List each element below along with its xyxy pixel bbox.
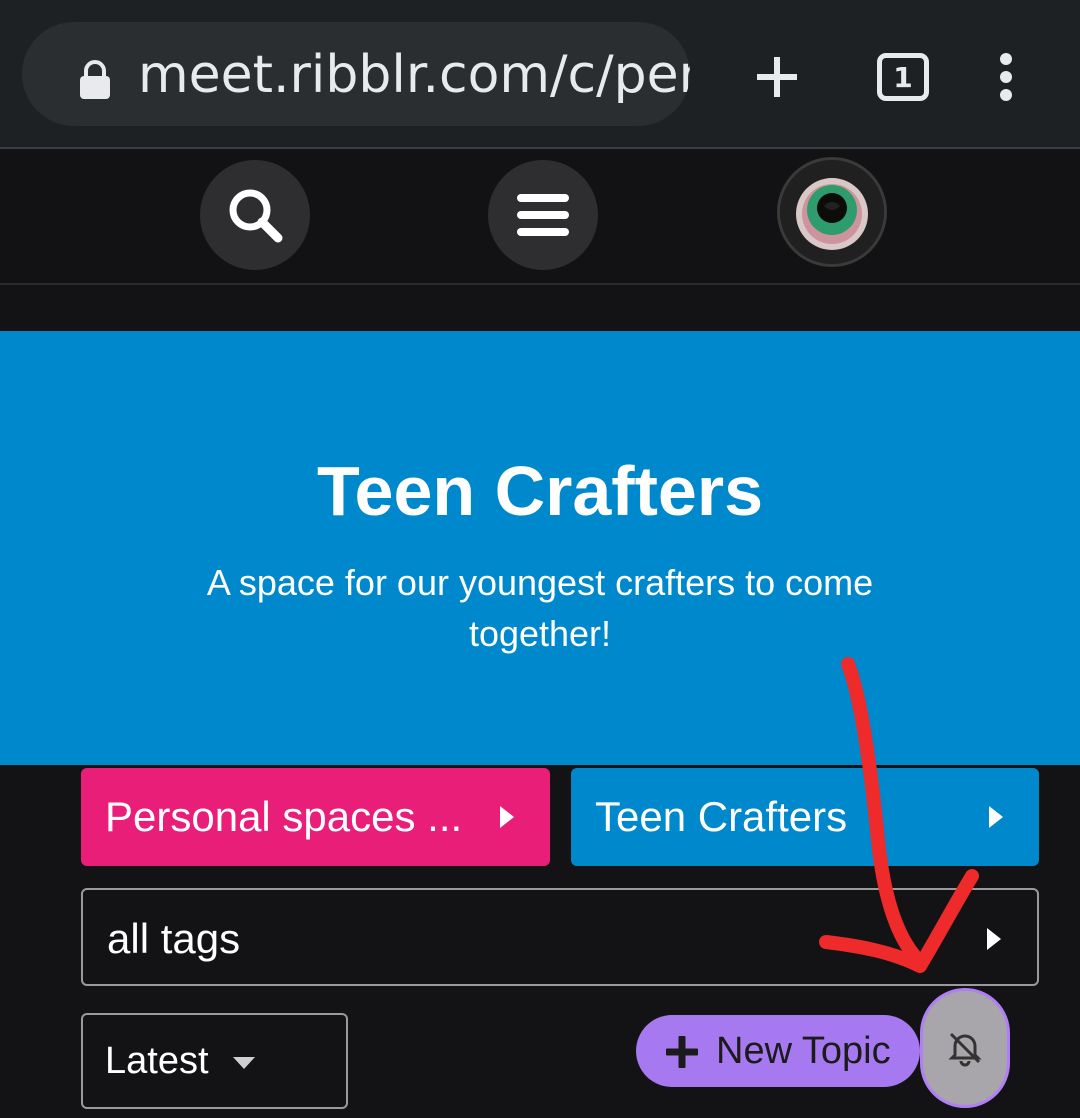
hamburger-menu-button[interactable] [488,160,598,270]
more-vert-icon [1000,53,1012,101]
avatar[interactable] [780,160,884,264]
url-text: meet.ribblr.com/c/pers [138,45,690,105]
sort-label: Latest [105,1040,209,1082]
notification-level-button[interactable] [920,988,1010,1108]
breadcrumb-category[interactable]: Teen Crafters [571,768,1039,866]
plus-icon [757,57,797,97]
browser-menu-button[interactable] [976,40,1036,114]
search-icon [229,189,283,243]
new-topic-label: New Topic [716,1030,891,1072]
hamburger-icon [517,194,569,236]
category-banner: Teen Crafters A space for our youngest c… [0,331,1080,765]
tags-label: all tags [107,915,241,962]
tabs-icon: 1 [877,53,929,101]
new-tab-button[interactable] [740,40,814,114]
caret-right-icon [500,806,514,828]
plus-icon [666,1036,698,1068]
header-divider [0,283,1080,285]
caret-right-icon [987,928,1001,950]
caret-right-icon [989,806,1003,828]
avatar-image [780,160,884,264]
address-bar[interactable]: meet.ribblr.com/c/pers [22,22,690,126]
bell-slash-icon [948,1032,982,1067]
tags-dropdown[interactable]: all tags [81,888,1039,986]
breadcrumb-parent-label: Personal spaces ... [105,793,463,840]
category-title: Teen Crafters [316,452,764,530]
lock-icon [80,60,110,99]
sort-dropdown[interactable]: Latest [81,1013,348,1109]
search-button[interactable] [200,160,310,270]
tab-switcher-button[interactable]: 1 [866,40,940,114]
breadcrumb-parent-category[interactable]: Personal spaces ... [81,768,550,866]
category-description: A space for our youngest crafters to com… [206,562,874,654]
tab-count: 1 [893,60,913,94]
breadcrumb-category-label: Teen Crafters [595,793,848,840]
caret-down-icon [233,1057,255,1069]
new-topic-button[interactable]: New Topic [636,1015,920,1087]
